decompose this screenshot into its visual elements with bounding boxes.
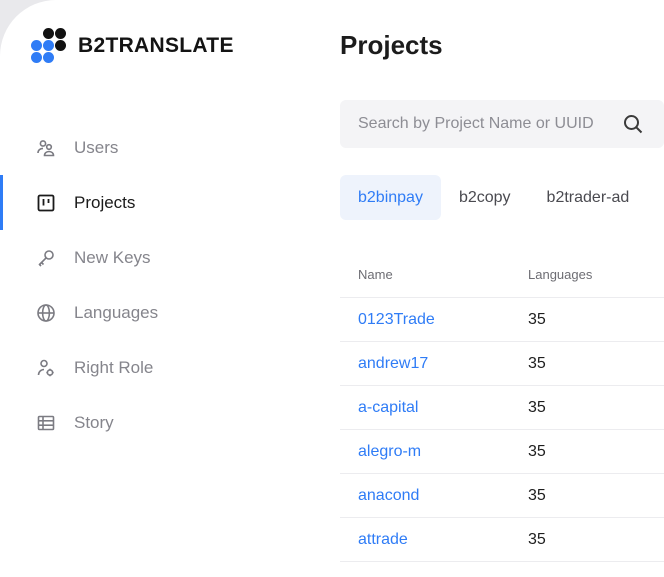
sidebar-item-projects[interactable]: Projects	[0, 175, 300, 230]
sidebar-item-label: Projects	[74, 192, 136, 212]
sidebar-item-label: Right Role	[74, 357, 154, 377]
sidebar-nav: Users Projects New Keys Languages Right …	[0, 120, 300, 450]
logo-icon	[31, 28, 69, 64]
sidebar-item-label: Users	[74, 137, 119, 157]
tab-b2copy[interactable]: b2copy	[441, 175, 529, 220]
column-header-languages: Languages	[528, 267, 593, 282]
project-name-link[interactable]: andrew17	[358, 355, 428, 372]
page-title: Projects	[340, 30, 443, 60]
users-icon	[36, 138, 56, 158]
languages-count: 35	[528, 398, 546, 416]
role-icon	[36, 358, 56, 378]
logo[interactable]: B2TRANSLATE	[31, 28, 234, 64]
list-icon	[36, 413, 56, 433]
sidebar-item-story[interactable]: Story	[0, 395, 300, 450]
languages-count: 35	[528, 442, 546, 460]
sidebar-item-users[interactable]: Users	[0, 120, 300, 175]
search-icon[interactable]	[622, 113, 644, 135]
sidebar-item-languages[interactable]: Languages	[0, 285, 300, 340]
column-header-name: Name	[358, 267, 393, 282]
languages-count: 35	[528, 354, 546, 372]
languages-count: 35	[528, 310, 546, 328]
sidebar-item-right-role[interactable]: Right Role	[0, 340, 300, 395]
table-row: 0123Trade 35	[340, 298, 664, 342]
project-name-link[interactable]: alegro-m	[358, 443, 421, 460]
key-icon	[36, 248, 56, 268]
project-name-link[interactable]: anacond	[358, 487, 419, 504]
table-row: anacond 35	[340, 474, 664, 518]
projects-table: Name Languages 0123Trade 35 andrew17 35 …	[340, 252, 664, 562]
globe-icon	[36, 303, 56, 323]
languages-count: 35	[528, 486, 546, 504]
table-row: attrade 35	[340, 518, 664, 562]
sidebar-item-new-keys[interactable]: New Keys	[0, 230, 300, 285]
project-tabs: b2binpay b2copy b2trader-ad	[340, 175, 647, 220]
languages-count: 35	[528, 530, 546, 548]
sidebar-item-label: Story	[74, 412, 114, 432]
project-name-link[interactable]: 0123Trade	[358, 311, 435, 328]
table-row: a-capital 35	[340, 386, 664, 430]
table-header: Name Languages	[340, 252, 664, 298]
app-name: B2TRANSLATE	[78, 34, 234, 57]
sidebar: B2TRANSLATE Users Projects New Keys Lang…	[0, 0, 300, 577]
search-box	[340, 100, 664, 148]
sidebar-item-label: Languages	[74, 302, 159, 322]
table-row: alegro-m 35	[340, 430, 664, 474]
projects-icon	[36, 193, 56, 213]
tab-b2binpay[interactable]: b2binpay	[340, 175, 441, 220]
app-window: B2TRANSLATE Users Projects New Keys Lang…	[0, 0, 664, 577]
project-name-link[interactable]: a-capital	[358, 399, 418, 416]
sidebar-item-label: New Keys	[74, 247, 151, 267]
project-name-link[interactable]: attrade	[358, 531, 408, 548]
search-input[interactable]	[340, 100, 620, 148]
tab-b2trader-ad[interactable]: b2trader-ad	[529, 175, 648, 220]
table-row: andrew17 35	[340, 342, 664, 386]
